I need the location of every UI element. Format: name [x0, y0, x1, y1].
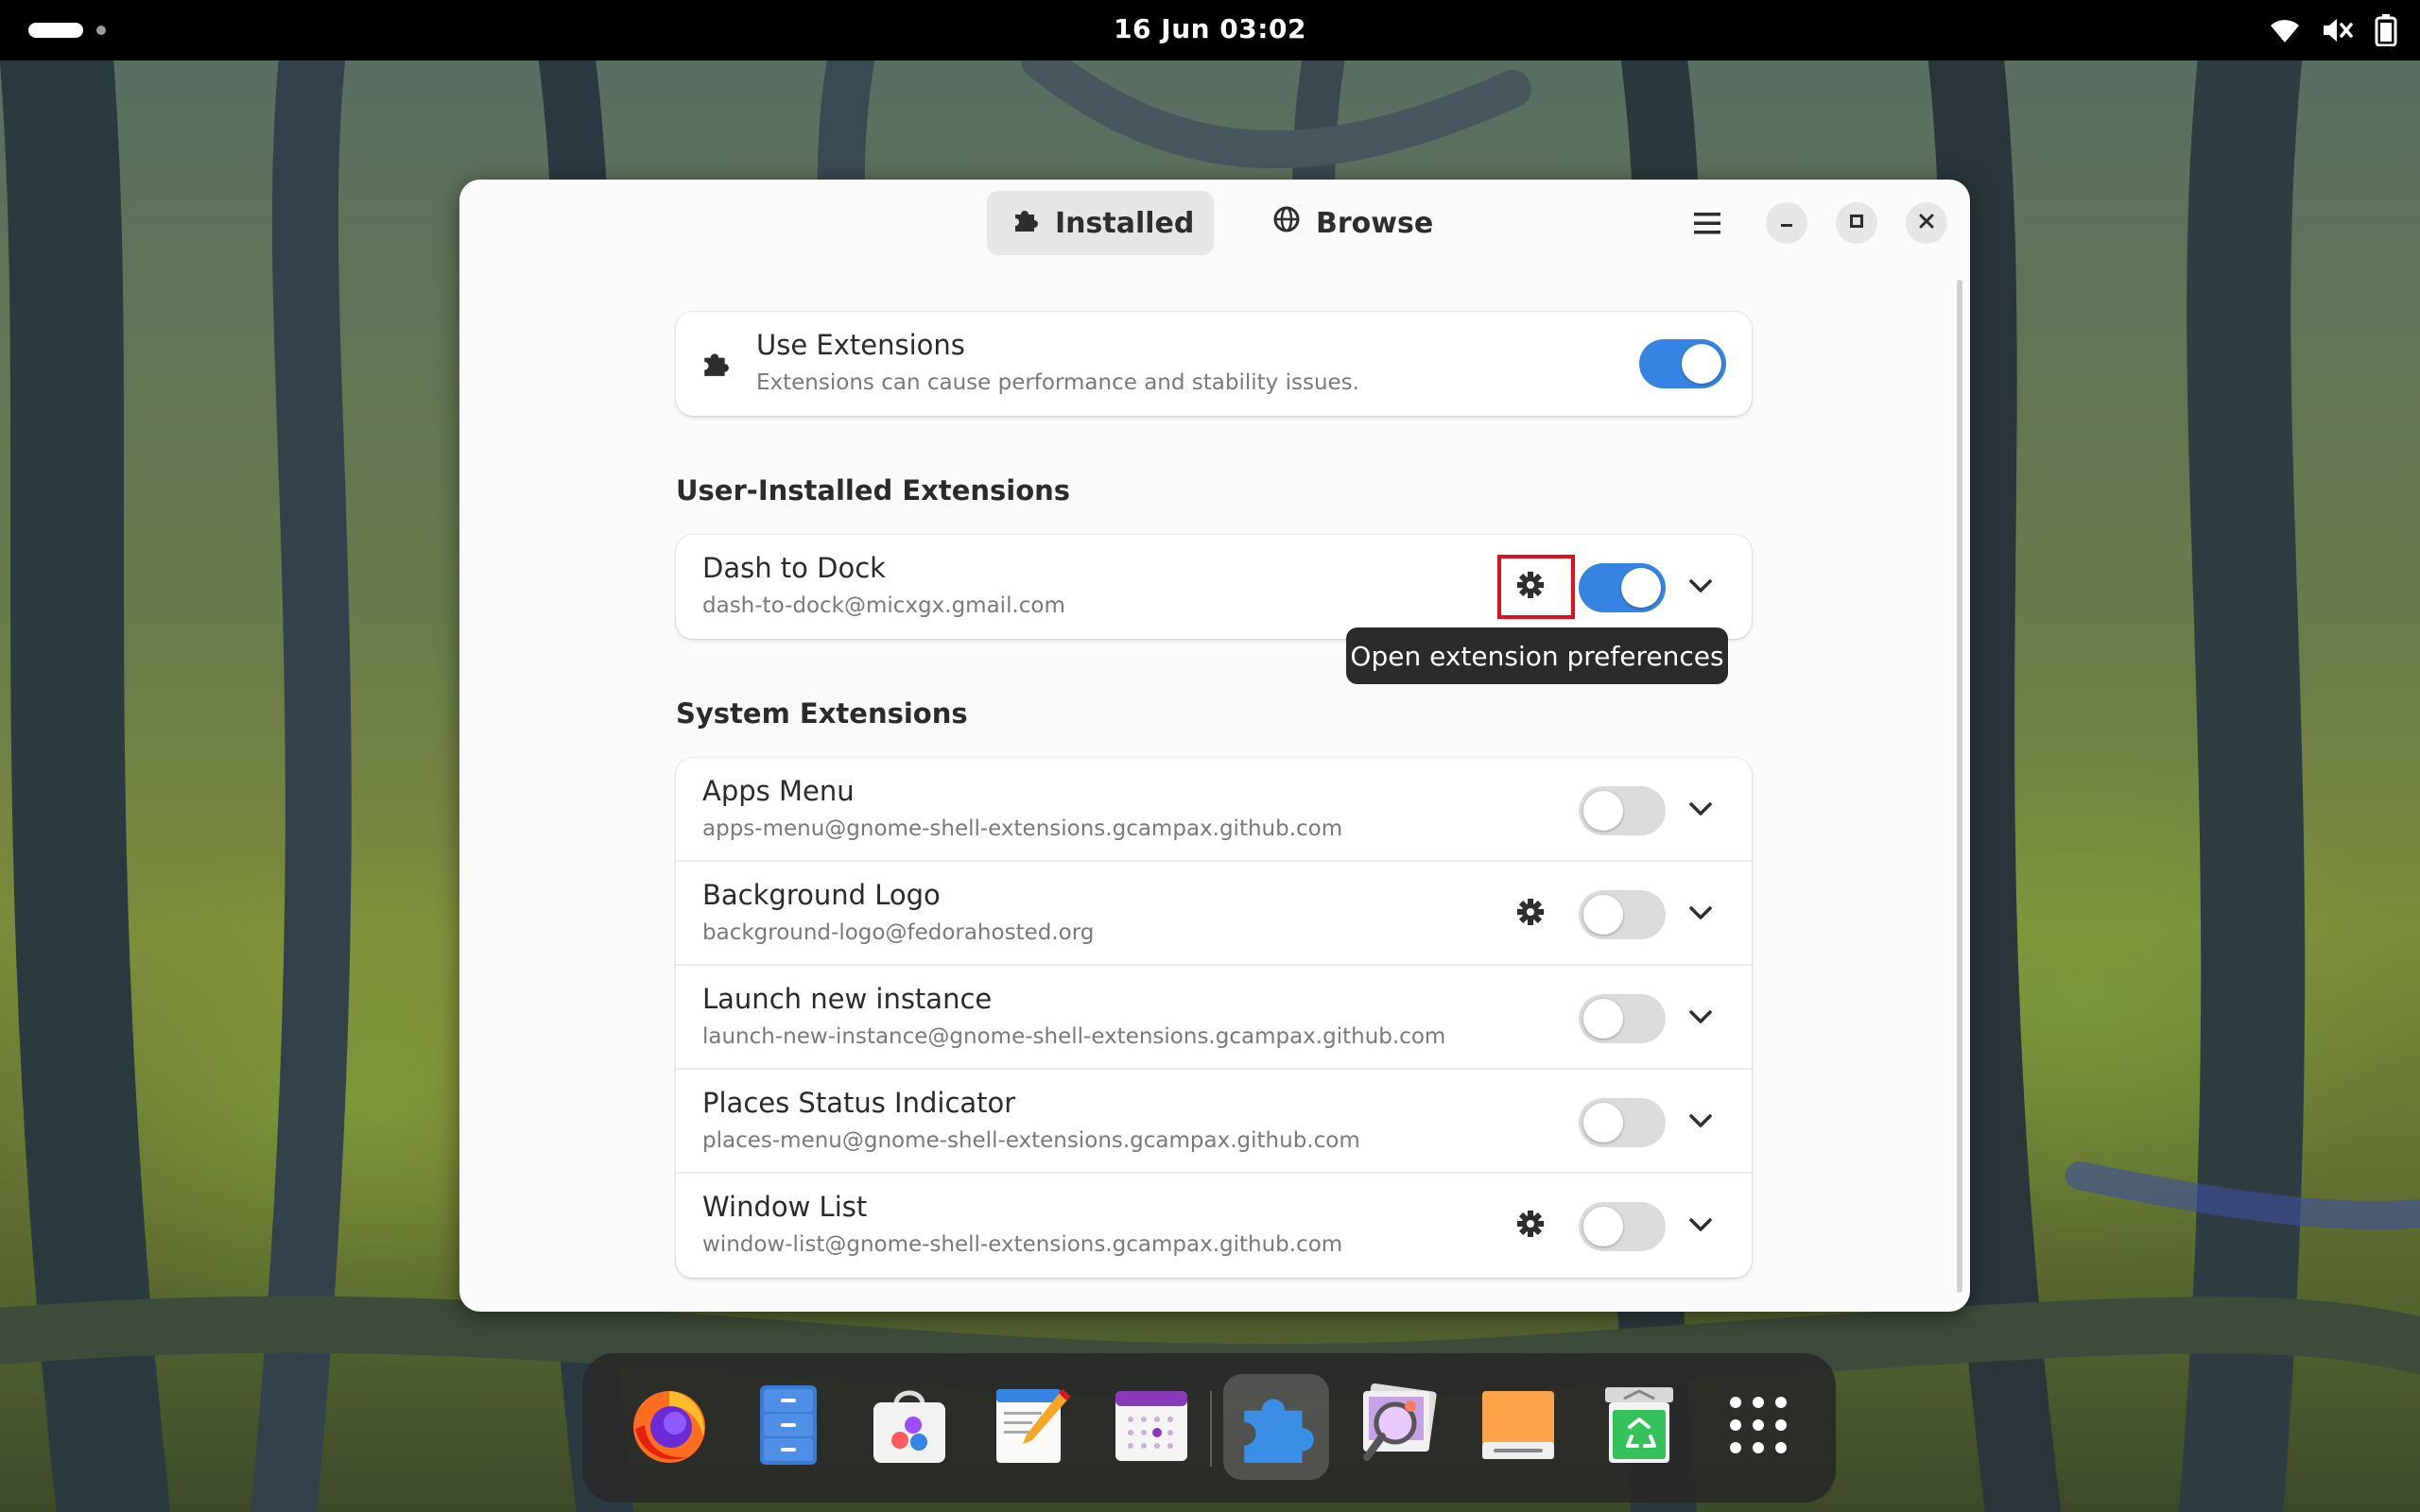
chevron-down-icon [1688, 801, 1713, 820]
close-button[interactable] [1906, 202, 1947, 244]
extension-toggle[interactable] [1579, 1098, 1666, 1147]
extension-row-background-logo[interactable]: Background Logo background-logo@fedoraho… [676, 862, 1752, 966]
extension-toggle[interactable] [1579, 786, 1666, 835]
volume-muted-icon [2322, 16, 2354, 44]
gear-icon [1516, 1210, 1545, 1242]
wifi-icon [2269, 16, 2301, 44]
dock-image-viewer[interactable] [1344, 1374, 1450, 1480]
puzzle-icon [1011, 205, 1040, 241]
disk-drive-icon [1477, 1383, 1560, 1470]
extension-id: apps-menu@gnome-shell-extensions.gcampax… [702, 816, 1343, 841]
extension-row-apps-menu[interactable]: Apps Menu apps-menu@gnome-shell-extensio… [676, 758, 1752, 862]
system-extensions-list: Apps Menu apps-menu@gnome-shell-extensio… [676, 758, 1752, 1278]
app-grid-icon [1727, 1394, 1789, 1460]
extension-row-launch-new-instance[interactable]: Launch new instance launch-new-instance@… [676, 966, 1752, 1070]
tab-installed[interactable]: Installed [987, 191, 1214, 255]
battery-icon [2375, 14, 2397, 46]
globe-icon [1272, 205, 1301, 241]
hamburger-menu-icon [1692, 210, 1722, 240]
trash-recycle-icon [1599, 1383, 1679, 1470]
extension-toggle[interactable] [1579, 994, 1666, 1043]
extension-name: Background Logo [702, 879, 941, 911]
extension-row-places-status-indicator[interactable]: Places Status Indicator places-menu@gnom… [676, 1070, 1752, 1174]
gear-icon [1516, 898, 1545, 930]
extension-name: Launch new instance [702, 983, 993, 1015]
use-extensions-title: Use Extensions [756, 329, 965, 361]
chevron-down-icon [1688, 1113, 1713, 1132]
close-icon [1917, 212, 1936, 234]
tab-installed-label: Installed [1055, 206, 1195, 240]
extension-preferences-button[interactable] [1513, 897, 1547, 931]
dock [582, 1353, 1836, 1503]
text-editor-icon [989, 1383, 1072, 1470]
system-tray[interactable] [2269, 13, 2397, 47]
dock-files[interactable] [735, 1374, 841, 1480]
extension-row-dash-to-dock[interactable]: Dash to Dock dash-to-dock@micxgx.gmail.c… [676, 535, 1752, 639]
file-cabinet-icon [751, 1383, 826, 1470]
puzzle-icon [700, 348, 731, 382]
dock-text-editor[interactable] [977, 1374, 1083, 1480]
expand-button[interactable] [1684, 1106, 1718, 1140]
extension-id: places-menu@gnome-shell-extensions.gcamp… [702, 1128, 1360, 1153]
maximize-button[interactable] [1836, 202, 1877, 244]
shopping-bag-icon [868, 1383, 951, 1470]
expand-button[interactable] [1684, 571, 1718, 605]
dock-disks[interactable] [1465, 1374, 1571, 1480]
expand-button[interactable] [1684, 794, 1718, 828]
user-extensions-list: Dash to Dock dash-to-dock@micxgx.gmail.c… [676, 535, 1752, 639]
dock-trash[interactable] [1586, 1374, 1692, 1480]
extension-name: Places Status Indicator [702, 1087, 1016, 1119]
image-viewer-icon [1354, 1382, 1441, 1472]
minimize-icon [1777, 212, 1796, 234]
extension-id: window-list@gnome-shell-extensions.gcamp… [702, 1232, 1343, 1257]
dock-calendar[interactable] [1098, 1374, 1204, 1480]
puzzle-icon [1233, 1382, 1320, 1472]
header-bar: Installed Browse [459, 180, 1970, 266]
top-bar: 16 Jun 03:02 [0, 0, 2420, 60]
extension-name: Window List [702, 1191, 868, 1223]
scrollbar[interactable] [1957, 280, 1962, 1293]
extension-id: dash-to-dock@micxgx.gmail.com [702, 593, 1065, 618]
chevron-down-icon [1688, 1009, 1713, 1028]
system-extensions-heading: System Extensions [676, 697, 968, 730]
main-menu-button[interactable] [1688, 206, 1726, 244]
maximize-icon [1847, 212, 1866, 234]
chevron-down-icon [1688, 1217, 1713, 1236]
tab-browse-label: Browse [1316, 206, 1434, 240]
extension-row-window-list[interactable]: Window List window-list@gnome-shell-exte… [676, 1174, 1752, 1278]
expand-button[interactable] [1684, 898, 1718, 932]
extension-id: launch-new-instance@gnome-shell-extensio… [702, 1024, 1446, 1049]
use-extensions-card: Use Extensions Extensions can cause perf… [676, 312, 1752, 416]
use-extensions-toggle[interactable] [1639, 339, 1726, 388]
minimize-button[interactable] [1766, 202, 1807, 244]
extension-id: background-logo@fedorahosted.org [702, 920, 1095, 945]
user-extensions-heading: User-Installed Extensions [676, 474, 1071, 507]
extensions-window: Installed Browse Use Extensions Extensio… [459, 180, 1970, 1312]
dock-separator [1210, 1391, 1212, 1467]
tooltip: Open extension preferences [1346, 627, 1728, 684]
chevron-down-icon [1688, 905, 1713, 924]
use-extensions-subtitle: Extensions can cause performance and sta… [756, 370, 1359, 395]
firefox-icon [628, 1383, 711, 1470]
dock-app-grid[interactable] [1705, 1374, 1811, 1480]
calendar-icon [1112, 1385, 1191, 1469]
extension-preferences-button[interactable] [1513, 1209, 1547, 1243]
chevron-down-icon [1688, 578, 1713, 597]
dock-firefox[interactable] [616, 1374, 722, 1480]
clock[interactable]: 16 Jun 03:02 [0, 13, 2420, 44]
extension-toggle[interactable] [1579, 890, 1666, 939]
extension-toggle[interactable] [1579, 1202, 1666, 1251]
highlight-box [1497, 555, 1575, 619]
expand-button[interactable] [1684, 1002, 1718, 1036]
tab-browse[interactable]: Browse [1248, 191, 1433, 255]
dock-software[interactable] [856, 1374, 962, 1480]
extension-name: Dash to Dock [702, 552, 886, 584]
expand-button[interactable] [1684, 1210, 1718, 1244]
dock-extensions[interactable] [1223, 1374, 1329, 1480]
extension-toggle[interactable] [1579, 563, 1666, 612]
extension-name: Apps Menu [702, 775, 855, 807]
